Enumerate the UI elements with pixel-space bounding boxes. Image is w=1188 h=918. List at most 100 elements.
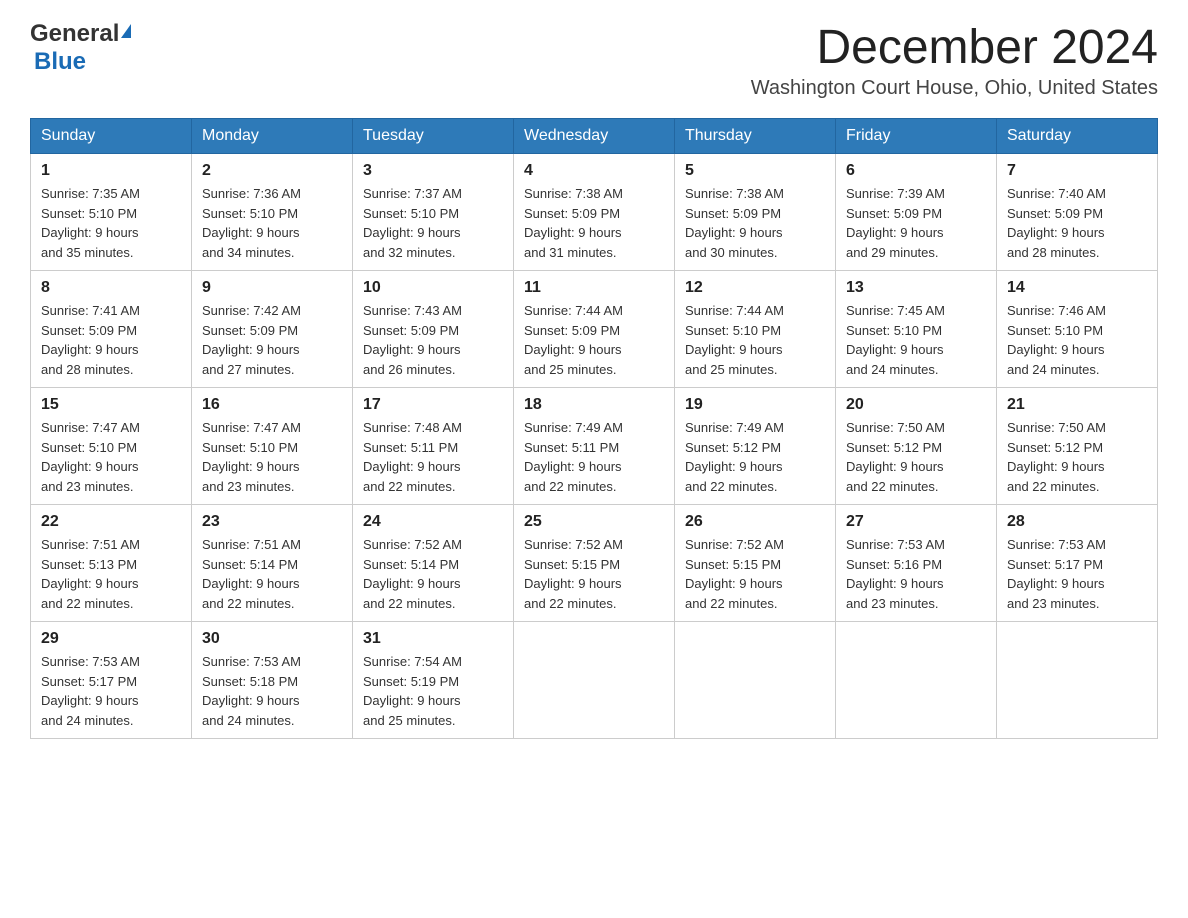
calendar-cell: 16 Sunrise: 7:47 AMSunset: 5:10 PMDayligh… bbox=[192, 388, 353, 505]
day-info: Sunrise: 7:50 AMSunset: 5:12 PMDaylight:… bbox=[846, 418, 986, 496]
logo-general-text: General bbox=[30, 20, 119, 48]
day-info: Sunrise: 7:40 AMSunset: 5:09 PMDaylight:… bbox=[1007, 184, 1147, 262]
calendar-cell: 30 Sunrise: 7:53 AMSunset: 5:18 PMDayligh… bbox=[192, 622, 353, 739]
day-number: 12 bbox=[685, 279, 825, 297]
day-number: 18 bbox=[524, 396, 664, 414]
title-block: December 2024 Washington Court House, Oh… bbox=[751, 20, 1158, 110]
day-number: 19 bbox=[685, 396, 825, 414]
day-number: 9 bbox=[202, 279, 342, 297]
day-info: Sunrise: 7:52 AMSunset: 5:15 PMDaylight:… bbox=[524, 535, 664, 613]
day-number: 29 bbox=[41, 630, 181, 648]
day-number: 4 bbox=[524, 162, 664, 180]
day-number: 16 bbox=[202, 396, 342, 414]
calendar-cell: 6 Sunrise: 7:39 AMSunset: 5:09 PMDaylight… bbox=[836, 154, 997, 271]
day-number: 20 bbox=[846, 396, 986, 414]
calendar-cell: 27 Sunrise: 7:53 AMSunset: 5:16 PMDayligh… bbox=[836, 505, 997, 622]
day-number: 17 bbox=[363, 396, 503, 414]
day-info: Sunrise: 7:45 AMSunset: 5:10 PMDaylight:… bbox=[846, 301, 986, 379]
calendar-cell: 9 Sunrise: 7:42 AMSunset: 5:09 PMDaylight… bbox=[192, 271, 353, 388]
day-info: Sunrise: 7:44 AMSunset: 5:09 PMDaylight:… bbox=[524, 301, 664, 379]
day-info: Sunrise: 7:38 AMSunset: 5:09 PMDaylight:… bbox=[685, 184, 825, 262]
weekday-header-sunday: Sunday bbox=[31, 119, 192, 154]
day-info: Sunrise: 7:52 AMSunset: 5:15 PMDaylight:… bbox=[685, 535, 825, 613]
day-number: 31 bbox=[363, 630, 503, 648]
calendar-cell: 13 Sunrise: 7:45 AMSunset: 5:10 PMDayligh… bbox=[836, 271, 997, 388]
day-info: Sunrise: 7:49 AMSunset: 5:11 PMDaylight:… bbox=[524, 418, 664, 496]
calendar-cell: 25 Sunrise: 7:52 AMSunset: 5:15 PMDayligh… bbox=[514, 505, 675, 622]
day-info: Sunrise: 7:38 AMSunset: 5:09 PMDaylight:… bbox=[524, 184, 664, 262]
day-info: Sunrise: 7:53 AMSunset: 5:17 PMDaylight:… bbox=[1007, 535, 1147, 613]
weekday-header-thursday: Thursday bbox=[675, 119, 836, 154]
week-row-3: 15Sunrise: 7:47 AMSunset: 5:10 PMDayligh… bbox=[31, 388, 1158, 505]
day-info: Sunrise: 7:39 AMSunset: 5:09 PMDaylight:… bbox=[846, 184, 986, 262]
day-number: 24 bbox=[363, 513, 503, 531]
day-number: 28 bbox=[1007, 513, 1147, 531]
day-number: 25 bbox=[524, 513, 664, 531]
calendar-cell: 1 Sunrise: 7:35 AMSunset: 5:10 PMDaylight… bbox=[31, 154, 192, 271]
calendar-cell: 29 Sunrise: 7:53 AMSunset: 5:17 PMDayligh… bbox=[31, 622, 192, 739]
calendar-cell: 7 Sunrise: 7:40 AMSunset: 5:09 PMDaylight… bbox=[997, 154, 1158, 271]
calendar-cell: 24 Sunrise: 7:52 AMSunset: 5:14 PMDayligh… bbox=[353, 505, 514, 622]
month-title: December 2024 bbox=[751, 20, 1158, 75]
day-info: Sunrise: 7:42 AMSunset: 5:09 PMDaylight:… bbox=[202, 301, 342, 379]
day-info: Sunrise: 7:50 AMSunset: 5:12 PMDaylight:… bbox=[1007, 418, 1147, 496]
calendar-cell: 10Sunrise: 7:43 AMSunset: 5:09 PMDayligh… bbox=[353, 271, 514, 388]
day-info: Sunrise: 7:51 AMSunset: 5:14 PMDaylight:… bbox=[202, 535, 342, 613]
calendar-cell: 18 Sunrise: 7:49 AMSunset: 5:11 PMDayligh… bbox=[514, 388, 675, 505]
calendar-cell: 5Sunrise: 7:38 AMSunset: 5:09 PMDaylight… bbox=[675, 154, 836, 271]
day-info: Sunrise: 7:41 AMSunset: 5:09 PMDaylight:… bbox=[41, 301, 181, 379]
day-info: Sunrise: 7:47 AMSunset: 5:10 PMDaylight:… bbox=[202, 418, 342, 496]
calendar-cell bbox=[997, 622, 1158, 739]
day-number: 8 bbox=[41, 279, 181, 297]
calendar-cell: 4 Sunrise: 7:38 AMSunset: 5:09 PMDaylight… bbox=[514, 154, 675, 271]
calendar-cell: 20 Sunrise: 7:50 AMSunset: 5:12 PMDayligh… bbox=[836, 388, 997, 505]
day-info: Sunrise: 7:47 AMSunset: 5:10 PMDaylight:… bbox=[41, 418, 181, 496]
calendar-cell: 31 Sunrise: 7:54 AMSunset: 5:19 PMDayligh… bbox=[353, 622, 514, 739]
day-info: Sunrise: 7:48 AMSunset: 5:11 PMDaylight:… bbox=[363, 418, 503, 496]
day-number: 3 bbox=[363, 162, 503, 180]
calendar-cell: 23 Sunrise: 7:51 AMSunset: 5:14 PMDayligh… bbox=[192, 505, 353, 622]
day-info: Sunrise: 7:36 AMSunset: 5:10 PMDaylight:… bbox=[202, 184, 342, 262]
weekday-header-friday: Friday bbox=[836, 119, 997, 154]
calendar-cell: 19 Sunrise: 7:49 AMSunset: 5:12 PMDayligh… bbox=[675, 388, 836, 505]
day-number: 13 bbox=[846, 279, 986, 297]
day-number: 1 bbox=[41, 162, 181, 180]
week-row-4: 22 Sunrise: 7:51 AMSunset: 5:13 PMDayligh… bbox=[31, 505, 1158, 622]
calendar-cell: 3 Sunrise: 7:37 AMSunset: 5:10 PMDaylight… bbox=[353, 154, 514, 271]
calendar-cell bbox=[514, 622, 675, 739]
day-number: 27 bbox=[846, 513, 986, 531]
day-info: Sunrise: 7:54 AMSunset: 5:19 PMDaylight:… bbox=[363, 652, 503, 730]
day-number: 23 bbox=[202, 513, 342, 531]
calendar-cell: 15Sunrise: 7:47 AMSunset: 5:10 PMDayligh… bbox=[31, 388, 192, 505]
page-header: General Blue December 2024 Washington Co… bbox=[30, 20, 1158, 110]
logo-blue-text: Blue bbox=[34, 48, 86, 75]
day-info: Sunrise: 7:46 AMSunset: 5:10 PMDaylight:… bbox=[1007, 301, 1147, 379]
day-info: Sunrise: 7:37 AMSunset: 5:10 PMDaylight:… bbox=[363, 184, 503, 262]
day-info: Sunrise: 7:44 AMSunset: 5:10 PMDaylight:… bbox=[685, 301, 825, 379]
day-number: 6 bbox=[846, 162, 986, 180]
week-row-1: 1 Sunrise: 7:35 AMSunset: 5:10 PMDaylight… bbox=[31, 154, 1158, 271]
day-number: 30 bbox=[202, 630, 342, 648]
day-info: Sunrise: 7:43 AMSunset: 5:09 PMDaylight:… bbox=[363, 301, 503, 379]
day-number: 22 bbox=[41, 513, 181, 531]
day-info: Sunrise: 7:49 AMSunset: 5:12 PMDaylight:… bbox=[685, 418, 825, 496]
calendar-cell: 21Sunrise: 7:50 AMSunset: 5:12 PMDayligh… bbox=[997, 388, 1158, 505]
calendar-cell: 14 Sunrise: 7:46 AMSunset: 5:10 PMDayligh… bbox=[997, 271, 1158, 388]
day-info: Sunrise: 7:52 AMSunset: 5:14 PMDaylight:… bbox=[363, 535, 503, 613]
weekday-header-tuesday: Tuesday bbox=[353, 119, 514, 154]
weekday-header-row: SundayMondayTuesdayWednesdayThursdayFrid… bbox=[31, 119, 1158, 154]
day-info: Sunrise: 7:53 AMSunset: 5:17 PMDaylight:… bbox=[41, 652, 181, 730]
calendar-cell: 12 Sunrise: 7:44 AMSunset: 5:10 PMDayligh… bbox=[675, 271, 836, 388]
day-info: Sunrise: 7:51 AMSunset: 5:13 PMDaylight:… bbox=[41, 535, 181, 613]
calendar-cell: 17 Sunrise: 7:48 AMSunset: 5:11 PMDayligh… bbox=[353, 388, 514, 505]
day-number: 11 bbox=[524, 279, 664, 297]
calendar-table: SundayMondayTuesdayWednesdayThursdayFrid… bbox=[30, 118, 1158, 739]
logo: General Blue bbox=[30, 20, 131, 76]
day-info: Sunrise: 7:35 AMSunset: 5:10 PMDaylight:… bbox=[41, 184, 181, 262]
day-number: 14 bbox=[1007, 279, 1147, 297]
day-info: Sunrise: 7:53 AMSunset: 5:16 PMDaylight:… bbox=[846, 535, 986, 613]
day-info: Sunrise: 7:53 AMSunset: 5:18 PMDaylight:… bbox=[202, 652, 342, 730]
calendar-cell bbox=[836, 622, 997, 739]
week-row-5: 29 Sunrise: 7:53 AMSunset: 5:17 PMDayligh… bbox=[31, 622, 1158, 739]
day-number: 7 bbox=[1007, 162, 1147, 180]
